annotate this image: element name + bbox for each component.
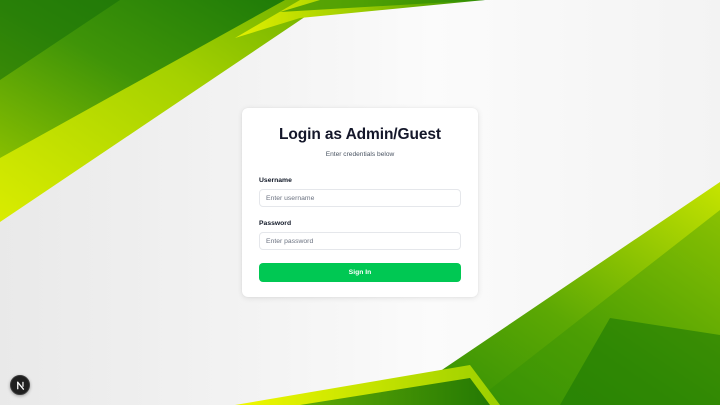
username-label: Username (259, 177, 292, 184)
login-title: Login as Admin/Guest (279, 126, 441, 143)
username-input[interactable] (259, 189, 461, 207)
sign-in-button[interactable]: Sign In (259, 263, 461, 282)
login-card: Login as Admin/Guest Enter credentials b… (242, 108, 478, 297)
nextjs-dev-indicator[interactable] (10, 375, 30, 395)
password-label: Password (259, 220, 292, 227)
nextjs-logo-icon (16, 381, 24, 390)
login-page: Login as Admin/Guest Enter credentials b… (0, 0, 720, 405)
password-input[interactable] (259, 232, 461, 250)
login-subtitle: Enter credentials below (325, 151, 395, 158)
